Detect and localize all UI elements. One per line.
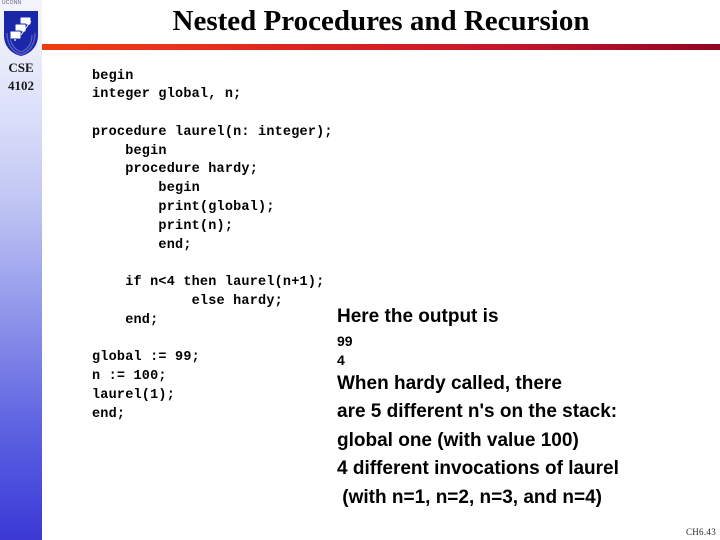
course-number-label: 4102	[8, 78, 34, 93]
shield-computers-icon	[3, 9, 39, 57]
slide-title: Nested Procedures and Recursion	[172, 5, 590, 37]
course-code-label: CSE	[8, 60, 34, 75]
notes-explanation: When hardy called, there are 5 different…	[337, 372, 619, 508]
notes-heading: Here the output is	[337, 306, 499, 327]
annotation-notes: Here the output is 99 4 When hardy calle…	[337, 303, 717, 512]
notes-output-values: 99 4	[337, 332, 353, 368]
slide-canvas: UCONN CSE 4102 Nested Procedures and Rec…	[0, 0, 720, 540]
code-listing: begin integer global, n; procedure laure…	[92, 68, 333, 422]
slide-footer-reference: CH6.43	[685, 527, 716, 537]
sidebar-edge-divider	[42, 0, 43, 540]
title-divider-bar	[42, 44, 720, 50]
